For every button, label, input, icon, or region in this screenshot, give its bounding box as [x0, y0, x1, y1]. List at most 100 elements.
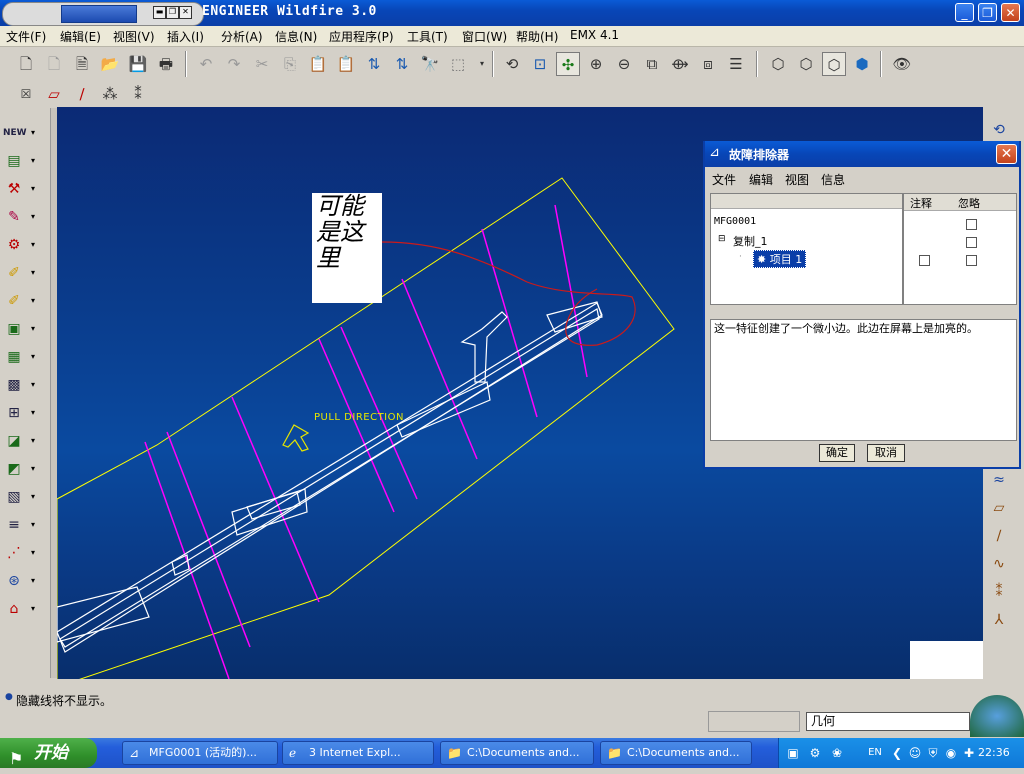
workcell-icon[interactable]: ▤ ▾	[3, 150, 35, 172]
tray-network-icon[interactable]: ◉	[943, 745, 959, 761]
maximize-button[interactable]: ❐	[978, 3, 997, 22]
erase-session-icon[interactable]: 🗋	[42, 52, 66, 76]
tool-icon[interactable]: ⚒ ▾	[3, 178, 35, 200]
coordinate-system-icon[interactable]: ⁑	[126, 82, 150, 106]
connect-icon[interactable]: ⊛ ▾	[3, 570, 35, 592]
spin-center-icon[interactable]: ⊡	[528, 52, 552, 76]
selection-filter[interactable]: 几何	[806, 712, 970, 731]
tray-language[interactable]: EN	[867, 745, 883, 761]
tray-shield-icon[interactable]: ⛨	[925, 745, 941, 761]
fixture-icon[interactable]: ▣ ▾	[3, 318, 35, 340]
ok-button[interactable]: 确定	[819, 444, 855, 462]
zoom-out-icon[interactable]: ⊖	[612, 52, 636, 76]
menu-help[interactable]: 帮助(H)	[516, 28, 558, 45]
select-dropdown-chevron-down-icon[interactable]: ▾	[470, 52, 494, 76]
zoom-in-icon[interactable]: ⊕	[584, 52, 608, 76]
print-icon[interactable]: 🖶	[154, 52, 178, 76]
csys-tool-icon[interactable]: ⅄	[987, 609, 1011, 631]
menu-applications[interactable]: 应用程序(P)	[329, 28, 394, 45]
dialog-title-bar[interactable]: ⊿ 故障排除器	[705, 141, 1019, 167]
find-icon[interactable]: 🔭	[418, 52, 442, 76]
dialog-menu-view[interactable]: 视图	[785, 171, 809, 188]
mini-close-icon[interactable]: ✕	[179, 6, 192, 19]
tray-security-icon[interactable]: ✚	[961, 745, 977, 761]
mill-volume-icon[interactable]: ✐ ▾	[3, 262, 35, 284]
left-splitter[interactable]	[50, 108, 57, 678]
tray-penguin-icon[interactable]: ☺	[907, 745, 923, 761]
tree-child[interactable]: 复制_1	[733, 233, 768, 249]
dialog-close-button[interactable]: ✕	[996, 144, 1017, 164]
tree-root[interactable]: MFG0001	[714, 216, 756, 227]
task-folder-1[interactable]: 📁 C:\Documents and...	[440, 741, 594, 765]
tree-collapse-icon[interactable]: ⊟	[718, 234, 726, 244]
repaint-icon[interactable]: ⟲	[500, 52, 524, 76]
note-checkbox-leaf[interactable]	[919, 255, 930, 266]
no-hidden-icon[interactable]: ⬡	[822, 52, 846, 76]
new-workcell-icon[interactable]: NEW ▾	[3, 122, 35, 144]
tray-rabbit-icon[interactable]: ❀	[829, 745, 845, 761]
paste-special-icon[interactable]: 📋	[334, 52, 358, 76]
regenerate-icon[interactable]: ⇅	[362, 52, 386, 76]
tray-gear-icon[interactable]: ⚙	[807, 745, 823, 761]
new-file-icon[interactable]: 🗎	[70, 52, 94, 76]
datum-plane-tool-icon[interactable]: ▱	[987, 497, 1011, 519]
mini-minimize-icon[interactable]: ▬	[153, 6, 166, 19]
sequence-icon[interactable]: ⚙ ▾	[3, 234, 35, 256]
shading-icon[interactable]: ⬢	[850, 52, 874, 76]
copy-icon[interactable]: ⎘	[278, 52, 302, 76]
task-folder-2[interactable]: 📁 C:\Documents and...	[600, 741, 752, 765]
menu-info[interactable]: 信息(N)	[275, 28, 317, 45]
menu-emx[interactable]: EMX 4.1	[570, 28, 619, 42]
wave-icon[interactable]: ≈	[987, 469, 1011, 491]
select-box-icon[interactable]: ⬚	[446, 52, 470, 76]
component-icon[interactable]: ▧ ▾	[3, 486, 35, 508]
datum-curve-icon[interactable]: ∿	[987, 553, 1011, 575]
datum-plane-icon[interactable]: ▱	[42, 82, 66, 106]
window-title-bar[interactable]: ▬ ❐ ✕ ENGINEER Wildfire 3.0 _ ❐ ✕	[0, 0, 1024, 26]
ignore-checkbox-child[interactable]	[966, 237, 977, 248]
save-icon[interactable]: 💾	[126, 52, 150, 76]
close-button[interactable]: ✕	[1001, 3, 1020, 22]
mill-surface-icon[interactable]: ✐ ▾	[3, 290, 35, 312]
reorient-icon[interactable]: ⟴	[668, 52, 692, 76]
datum-display-icon[interactable]: 👁	[890, 52, 914, 76]
menu-tools[interactable]: 工具(T)	[407, 28, 448, 45]
task-proe[interactable]: ⊿ MFG0001 (活动的)...	[122, 741, 278, 765]
menu-view[interactable]: 视图(V)	[113, 28, 155, 45]
layers-icon[interactable]: ☰	[724, 52, 748, 76]
dialog-menu-edit[interactable]: 编辑	[749, 171, 773, 188]
cancel-button[interactable]: 取消	[867, 444, 905, 462]
orient-mode-icon[interactable]: ✣	[556, 52, 580, 76]
regenerate-manager-icon[interactable]: ⇅	[390, 52, 414, 76]
ignore-checkbox-root[interactable]	[966, 219, 977, 230]
datum-point-icon[interactable]: ⁂	[98, 82, 122, 106]
dialog-menu-file[interactable]: 文件	[712, 171, 736, 188]
mini-restore-icon[interactable]: ❐	[166, 6, 179, 19]
close-window-icon[interactable]: ☒	[14, 82, 38, 106]
saved-views-icon[interactable]: ⧈	[696, 52, 720, 76]
minimize-button[interactable]: _	[955, 3, 974, 22]
menu-insert[interactable]: 插入(I)	[167, 28, 204, 45]
wireframe-icon[interactable]: ⬡	[766, 52, 790, 76]
building-icon[interactable]: ⌂ ▾	[3, 598, 35, 620]
dialog-menu-info[interactable]: 信息	[821, 171, 845, 188]
sketch-tool-icon[interactable]: ⟲	[987, 119, 1011, 141]
menu-edit[interactable]: 编辑(E)	[60, 28, 101, 45]
grid-icon[interactable]: ▩ ▾	[3, 374, 35, 396]
feature-tree[interactable]: MFG0001 ⊟ 复制_1 · ✸ 项目 1	[710, 193, 903, 305]
datum-axis-tool-icon[interactable]: ∕	[987, 525, 1011, 547]
stock-icon[interactable]: ▦ ▾	[3, 346, 35, 368]
tray-clock[interactable]: 22:36	[978, 746, 1010, 759]
assembly-icon[interactable]: ≡ ▾	[3, 514, 35, 536]
datum-axis-icon[interactable]: ∕	[70, 82, 94, 106]
datum-point-tool-icon[interactable]: ⁑	[987, 581, 1011, 603]
redo-icon[interactable]: ↷	[222, 52, 246, 76]
axis-tool-icon[interactable]: ◪ ▾	[3, 430, 35, 452]
task-ie[interactable]: ℯ 3 Internet Expl...	[282, 741, 434, 765]
start-button[interactable]: ⚑ 开始	[0, 738, 97, 768]
operation-icon[interactable]: ✎ ▾	[3, 206, 35, 228]
plane-tool-icon[interactable]: ◩ ▾	[3, 458, 35, 480]
new-session-icon[interactable]: 🗋	[14, 52, 38, 76]
menu-file[interactable]: 文件(F)	[6, 28, 46, 45]
tray-back-icon[interactable]: ❮	[889, 745, 905, 761]
